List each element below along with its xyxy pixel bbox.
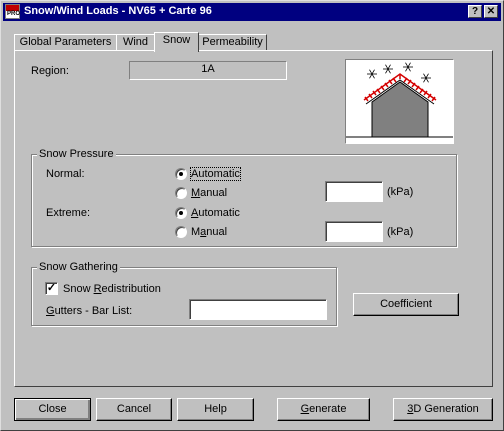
normal-unit-label: (kPa) <box>387 186 414 198</box>
normal-manual-radio[interactable] <box>175 187 187 199</box>
extreme-label: Extreme: <box>46 207 91 219</box>
extreme-manual-radio[interactable] <box>175 226 187 238</box>
normal-automatic-label[interactable]: Automatic <box>190 167 241 181</box>
tab-wind[interactable]: Wind <box>116 34 155 50</box>
extreme-automatic-radio[interactable] <box>175 207 187 219</box>
gutters-label: Gutters - Bar List: <box>46 305 133 317</box>
close-button[interactable]: Close <box>14 398 91 421</box>
window-title: Snow/Wind Loads - NV65 + Carte 96 <box>24 5 212 17</box>
radio-dot <box>179 172 183 176</box>
tab-global-parameters[interactable]: Global Parameters <box>14 34 117 50</box>
snow-gathering-title: Snow Gathering <box>37 261 120 273</box>
region-value: 1A <box>129 61 287 80</box>
snow-wind-loads-dialog: PRO Snow/Wind Loads - NV65 + Carte 96 ? … <box>0 0 504 431</box>
help-button[interactable]: Help <box>177 398 254 421</box>
title-bar[interactable]: PRO Snow/Wind Loads - NV65 + Carte 96 ? … <box>3 3 501 21</box>
extreme-automatic-label[interactable]: Automatic <box>191 207 240 219</box>
normal-pressure-input[interactable] <box>325 181 383 202</box>
app-icon[interactable]: PRO <box>5 4 20 19</box>
generate-button[interactable]: Generate <box>277 398 370 421</box>
tab-snow[interactable]: Snow <box>154 32 199 52</box>
app-icon-text: PRO <box>7 11 21 17</box>
gutters-bar-list-input[interactable] <box>189 299 327 320</box>
snow-redistribution-checkbox[interactable]: ✓ <box>45 282 58 295</box>
help-title-button[interactable]: ? <box>468 5 482 18</box>
coefficient-button[interactable]: Coefficient <box>353 293 459 316</box>
tab-permeability[interactable]: Permeability <box>198 34 267 50</box>
close-title-button[interactable]: ✕ <box>484 5 498 18</box>
region-label: Region: <box>31 65 69 77</box>
snow-pressure-title: Snow Pressure <box>37 148 116 160</box>
normal-label: Normal: <box>46 168 85 180</box>
normal-automatic-radio[interactable] <box>175 168 187 180</box>
3d-generation-button[interactable]: 3D Generation <box>393 398 493 421</box>
cancel-button[interactable]: Cancel <box>96 398 172 421</box>
extreme-pressure-input[interactable] <box>325 221 383 242</box>
extreme-unit-label: (kPa) <box>387 226 414 238</box>
extreme-manual-label[interactable]: Manual <box>191 226 227 238</box>
normal-manual-label[interactable]: Manual <box>191 187 227 199</box>
snow-roof-illustration <box>345 59 454 144</box>
snow-redistribution-label[interactable]: Snow Redistribution <box>63 283 161 295</box>
snow-house-icon <box>346 62 453 138</box>
tab-snow-label: Snow <box>162 34 191 46</box>
radio-dot <box>179 211 183 215</box>
